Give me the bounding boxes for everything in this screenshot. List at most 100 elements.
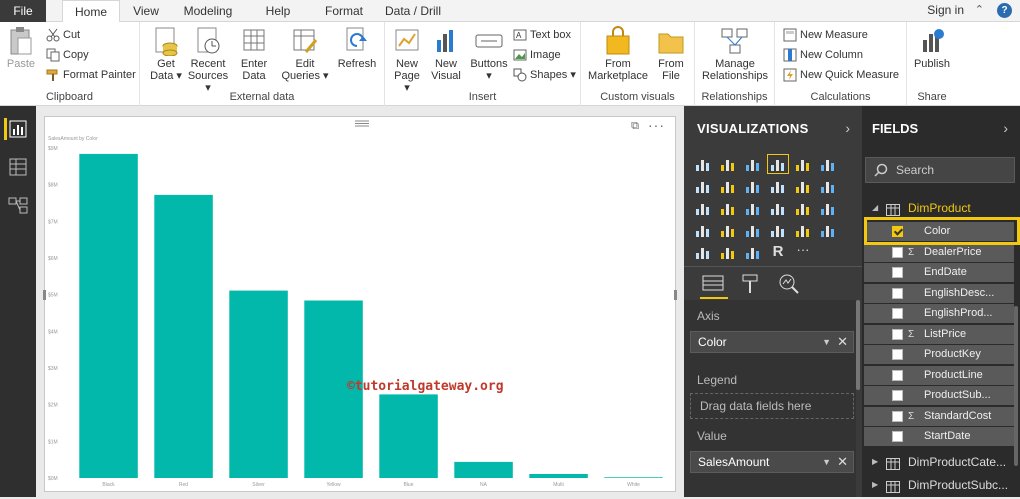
fields-scrollbar[interactable] <box>1014 306 1018 466</box>
field-list-item[interactable]: ProductLine <box>864 365 1014 385</box>
field-checkbox[interactable] <box>892 369 903 381</box>
field-list-item[interactable]: Σ StandardCost <box>864 406 1014 426</box>
new-quick-measure-button[interactable]: New Quick Measure <box>783 66 899 84</box>
get-data-button[interactable]: Get Data ▾ <box>146 26 186 82</box>
manage-relationships-button[interactable]: Manage Relationships <box>699 26 771 82</box>
donut-chart-icon[interactable] <box>768 199 788 217</box>
format-painter-button[interactable]: Format Painter <box>46 66 136 84</box>
r-visual-icon[interactable]: R <box>768 243 788 261</box>
tab-view[interactable]: View <box>124 0 168 22</box>
treemap-icon[interactable] <box>793 199 813 217</box>
field-checkbox[interactable] <box>892 328 903 340</box>
report-view-button[interactable] <box>4 118 27 140</box>
remove-field-icon[interactable]: ✕ <box>837 452 848 472</box>
collapse-ribbon-icon[interactable]: ⌃ <box>975 3 984 16</box>
bar[interactable] <box>529 474 588 478</box>
new-page-button[interactable]: New Page ▾ <box>391 26 423 94</box>
line-clustered-icon[interactable] <box>793 177 813 195</box>
new-column-button[interactable]: New Column <box>783 46 863 64</box>
fields-search-input[interactable]: Search <box>865 157 1015 183</box>
bar-chart-visual[interactable]: ⧉ ··· SalesAmount by Color $0M $1M $2M $3M $… <box>43 116 677 492</box>
tab-data-drill[interactable]: Data / Drill <box>376 0 450 22</box>
tab-home[interactable]: Home <box>62 0 120 23</box>
format-tab[interactable] <box>738 272 764 296</box>
axis-field-pill[interactable]: Color ▼ ✕ <box>690 331 854 353</box>
ribbon-chart-icon[interactable] <box>818 177 838 195</box>
collapse-fields-icon[interactable]: › <box>1003 120 1008 136</box>
funnel-icon[interactable] <box>718 221 738 239</box>
line-column-icon[interactable] <box>768 177 788 195</box>
buttons-button[interactable]: Buttons ▾ <box>469 26 509 82</box>
value-field-pill[interactable]: SalesAmount ▼ ✕ <box>690 451 854 473</box>
bar[interactable] <box>154 194 213 478</box>
pie-chart-icon[interactable] <box>743 199 763 217</box>
tab-file[interactable]: File <box>0 0 46 22</box>
collapse-visualizations-icon[interactable]: › <box>845 120 850 136</box>
data-view-button[interactable] <box>7 156 29 178</box>
field-list-item[interactable]: ProductKey <box>864 345 1014 364</box>
text-box-button[interactable]: A Text box <box>513 26 571 44</box>
field-list-item[interactable]: EndDate <box>864 263 1014 282</box>
refresh-button[interactable]: Refresh <box>336 26 378 70</box>
area-chart-icon[interactable] <box>718 177 738 195</box>
table-visual-icon[interactable] <box>718 243 738 261</box>
field-checkbox[interactable] <box>892 287 903 299</box>
shapes-button[interactable]: Shapes ▾ <box>513 66 576 84</box>
resize-handle-right[interactable] <box>674 290 677 300</box>
from-marketplace-button[interactable]: From Marketplace <box>587 26 649 82</box>
bar[interactable] <box>229 290 288 478</box>
slicer-icon[interactable] <box>693 243 713 261</box>
collapsed-triangle-icon[interactable]: ▶ <box>872 452 878 472</box>
legend-drop-zone[interactable]: Drag data fields here <box>690 393 854 419</box>
from-file-button[interactable]: From File <box>653 26 689 82</box>
cut-button[interactable]: Cut <box>46 26 80 44</box>
field-list-item[interactable]: StartDate <box>864 427 1014 446</box>
field-table-row[interactable]: ▶ DimProductSubc... <box>862 475 1020 495</box>
new-measure-button[interactable]: New Measure <box>783 26 868 44</box>
collapsed-triangle-icon[interactable]: ▶ <box>872 475 878 495</box>
chevron-down-icon[interactable]: ▼ <box>822 452 831 472</box>
field-checkbox[interactable] <box>892 267 903 278</box>
field-table-row[interactable]: ▶ DimProductCate... <box>862 452 1020 472</box>
gauge-icon[interactable] <box>743 221 763 239</box>
clustered-bar-icon[interactable] <box>743 155 763 173</box>
bar[interactable] <box>379 394 438 478</box>
100-column-icon[interactable] <box>818 155 838 173</box>
map-icon[interactable] <box>818 199 838 217</box>
bar[interactable] <box>454 461 513 478</box>
tab-format[interactable]: Format <box>316 0 372 22</box>
publish-button[interactable]: Publish <box>909 26 955 70</box>
field-list-item[interactable]: ProductSub... <box>864 386 1014 405</box>
bar[interactable] <box>604 477 663 478</box>
filled-map-icon[interactable] <box>693 221 713 239</box>
clustered-column-icon[interactable] <box>767 154 789 174</box>
field-list-item[interactable]: Σ ListPrice <box>864 324 1014 344</box>
field-checkbox[interactable] <box>892 246 903 258</box>
waterfall-icon[interactable] <box>693 199 713 217</box>
recent-sources-button[interactable]: Recent Sources ▾ <box>186 26 230 94</box>
fields-well-tab[interactable] <box>700 272 726 296</box>
expanded-triangle-icon[interactable]: ◢ <box>872 198 878 218</box>
field-checkbox[interactable] <box>892 349 903 360</box>
field-checkbox[interactable] <box>892 390 903 401</box>
copy-button[interactable]: Copy <box>46 46 89 64</box>
sign-in-link[interactable]: Sign in <box>927 3 964 17</box>
edit-queries-button[interactable]: Edit Queries ▾ <box>280 26 330 82</box>
tab-modeling[interactable]: Modeling <box>172 0 244 22</box>
stacked-column-icon[interactable] <box>718 155 738 173</box>
remove-field-icon[interactable]: ✕ <box>837 332 848 352</box>
new-visual-button[interactable]: New Visual <box>429 26 463 82</box>
chevron-down-icon[interactable]: ▼ <box>822 332 831 352</box>
more-visuals-icon[interactable]: ··· <box>793 243 813 261</box>
matrix-icon[interactable] <box>743 243 763 261</box>
100-bar-icon[interactable] <box>793 155 813 173</box>
line-chart-icon[interactable] <box>693 177 713 195</box>
field-checkbox[interactable] <box>892 431 903 442</box>
paste-button[interactable]: Paste <box>4 26 38 70</box>
field-checkbox[interactable] <box>892 308 903 319</box>
stacked-area-icon[interactable] <box>743 177 763 195</box>
field-table-row[interactable]: ◢ DimProduct <box>862 198 1020 218</box>
resize-handle-left[interactable] <box>43 290 46 300</box>
analytics-tab[interactable] <box>776 272 802 296</box>
tab-help[interactable]: Help <box>254 0 302 22</box>
